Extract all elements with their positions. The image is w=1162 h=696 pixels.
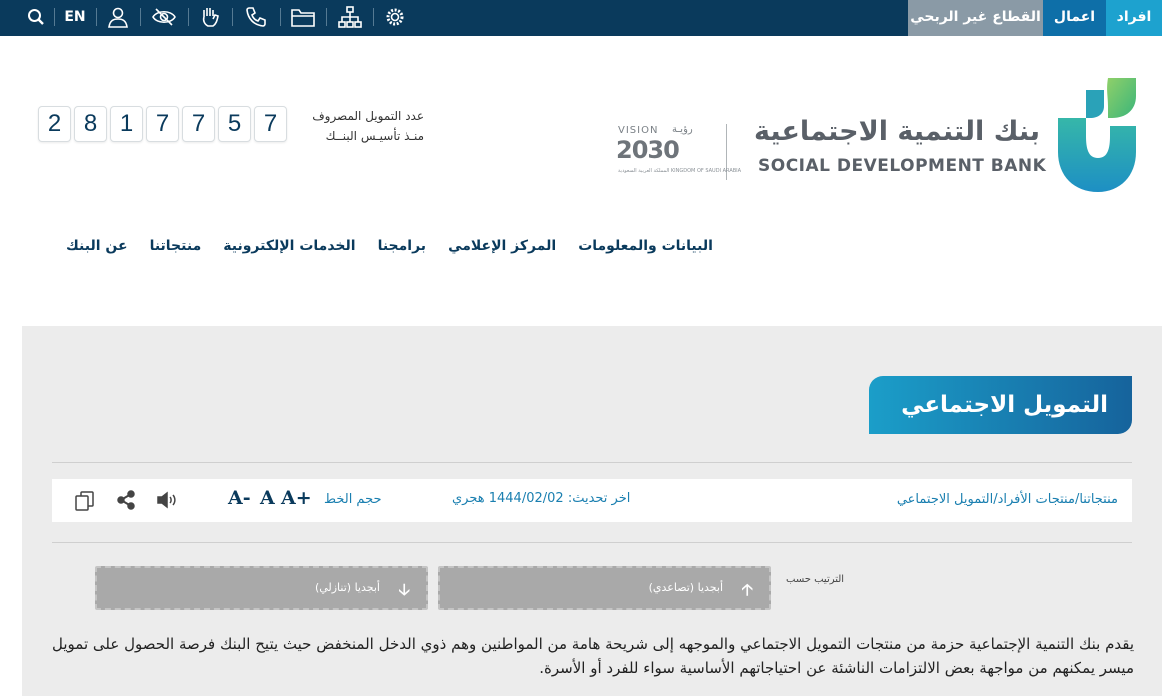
divider: [54, 8, 55, 26]
content-area: التمويل الاجتماعي منتجاتنا/منتجات الأفرا…: [22, 326, 1162, 696]
nav-e-services[interactable]: الخدمات الإلكترونية: [223, 238, 355, 260]
sort-label: الترتيب حسب: [786, 574, 845, 585]
sort-ascending-label: أبجديا (تصاعدي): [648, 581, 723, 594]
nav-about[interactable]: عن البنك: [66, 238, 128, 260]
last-updated-value: 1444/02/02 هجري: [452, 491, 564, 506]
counter-label-line1: عدد التمويل المصروف: [312, 109, 424, 123]
utility-bar: EN: [0, 0, 420, 36]
divider: [326, 8, 327, 26]
vision-2030-logo: VISION رؤيـة 2030 المملكة العربية السعود…: [612, 122, 741, 184]
nav-programs[interactable]: برامجنا: [378, 238, 427, 260]
settings-icon[interactable]: [382, 4, 408, 30]
counter-digit: 7: [182, 106, 215, 142]
font-reset-button[interactable]: A: [260, 487, 275, 509]
arrow-up-icon: 🡡: [741, 580, 754, 599]
bank-name-arabic: بنك التنمية الاجتماعية: [754, 116, 1040, 147]
counter-digit: 1: [110, 106, 143, 142]
counter-digit: 5: [218, 106, 251, 142]
nav-media-center[interactable]: المركز الإعلامي: [448, 238, 556, 260]
nav-data-information[interactable]: البيانات والمعلومات: [578, 238, 713, 260]
audience-tabs: افراد اعمال القطاع غير الربحي: [908, 0, 1162, 36]
divider: [52, 542, 1132, 543]
tab-business[interactable]: اعمال: [1043, 0, 1106, 36]
funding-counter: 2 8 1 7 7 5 7: [38, 106, 290, 142]
page-toolbar: منتجاتنا/منتجات الأفراد/التمويل الاجتماع…: [52, 479, 1132, 522]
counter-digit: 7: [254, 106, 287, 142]
vision-arabic: رؤيـة: [672, 124, 693, 135]
top-bar: افراد اعمال القطاع غير الربحي EN: [0, 0, 1162, 36]
sort-ascending-button[interactable]: 🡡 أبجديا (تصاعدي): [438, 566, 771, 610]
nav-products[interactable]: منتجاتنا: [150, 238, 202, 260]
vision-year: 2030: [616, 136, 680, 164]
divider: [373, 8, 374, 26]
counter-digit: 2: [38, 106, 71, 142]
user-icon[interactable]: [106, 4, 130, 30]
sort-descending-label: أبجديا (تنازلي): [314, 581, 380, 594]
arrow-down-icon: 🡣: [398, 580, 411, 599]
intro-paragraph: يقدم بنك التنمية الإجتماعية حزمة من منتج…: [52, 635, 1134, 677]
font-decrease-button[interactable]: A-: [228, 487, 251, 509]
divider: [96, 8, 97, 26]
font-increase-button[interactable]: A+: [281, 487, 312, 509]
search-icon[interactable]: [26, 4, 46, 30]
bank-name-english: SOCIAL DEVELOPMENT BANK: [758, 156, 1047, 176]
share-icon[interactable]: [116, 490, 136, 514]
speaker-icon[interactable]: [156, 490, 178, 514]
eye-slash-icon[interactable]: [150, 4, 178, 30]
counter-label: عدد التمويل المصروف منـذ تأسيـس البنــك: [300, 106, 424, 146]
counter-digit: 8: [74, 106, 107, 142]
bank-logo-icon[interactable]: [1056, 76, 1138, 194]
vision-label: VISION: [618, 125, 659, 136]
divider: [52, 462, 1132, 463]
divider: [188, 8, 189, 26]
last-updated-label: اخر تحديث:: [567, 491, 631, 506]
phone-icon[interactable]: [244, 4, 268, 30]
language-switch[interactable]: EN: [62, 4, 88, 30]
sort-descending-button[interactable]: 🡣 أبجديا (تنازلي): [95, 566, 428, 610]
divider: [280, 8, 281, 26]
vision-subtitle: المملكة العربية السعودية KINGDOM OF SAUD…: [618, 168, 742, 174]
tab-individuals[interactable]: افراد: [1106, 0, 1162, 36]
divider: [140, 8, 141, 26]
breadcrumb[interactable]: منتجاتنا/منتجات الأفراد/التمويل الاجتماع…: [897, 492, 1118, 507]
counter-label-line2: منـذ تأسيـس البنــك: [325, 129, 424, 143]
copy-icon[interactable]: [74, 490, 96, 516]
page-title: التمويل الاجتماعي: [869, 376, 1132, 434]
font-size-label: حجم الخط: [324, 492, 382, 507]
sitemap-icon[interactable]: [336, 4, 364, 30]
main-nav: عن البنك منتجاتنا الخدمات الإلكترونية بر…: [44, 238, 713, 260]
last-updated: اخر تحديث: 1444/02/02 هجري: [452, 491, 630, 506]
tab-nonprofit[interactable]: القطاع غير الربحي: [908, 0, 1043, 36]
divider: [232, 8, 233, 26]
counter-digit: 7: [146, 106, 179, 142]
folder-icon[interactable]: [290, 4, 316, 30]
sign-language-icon[interactable]: [198, 4, 222, 30]
